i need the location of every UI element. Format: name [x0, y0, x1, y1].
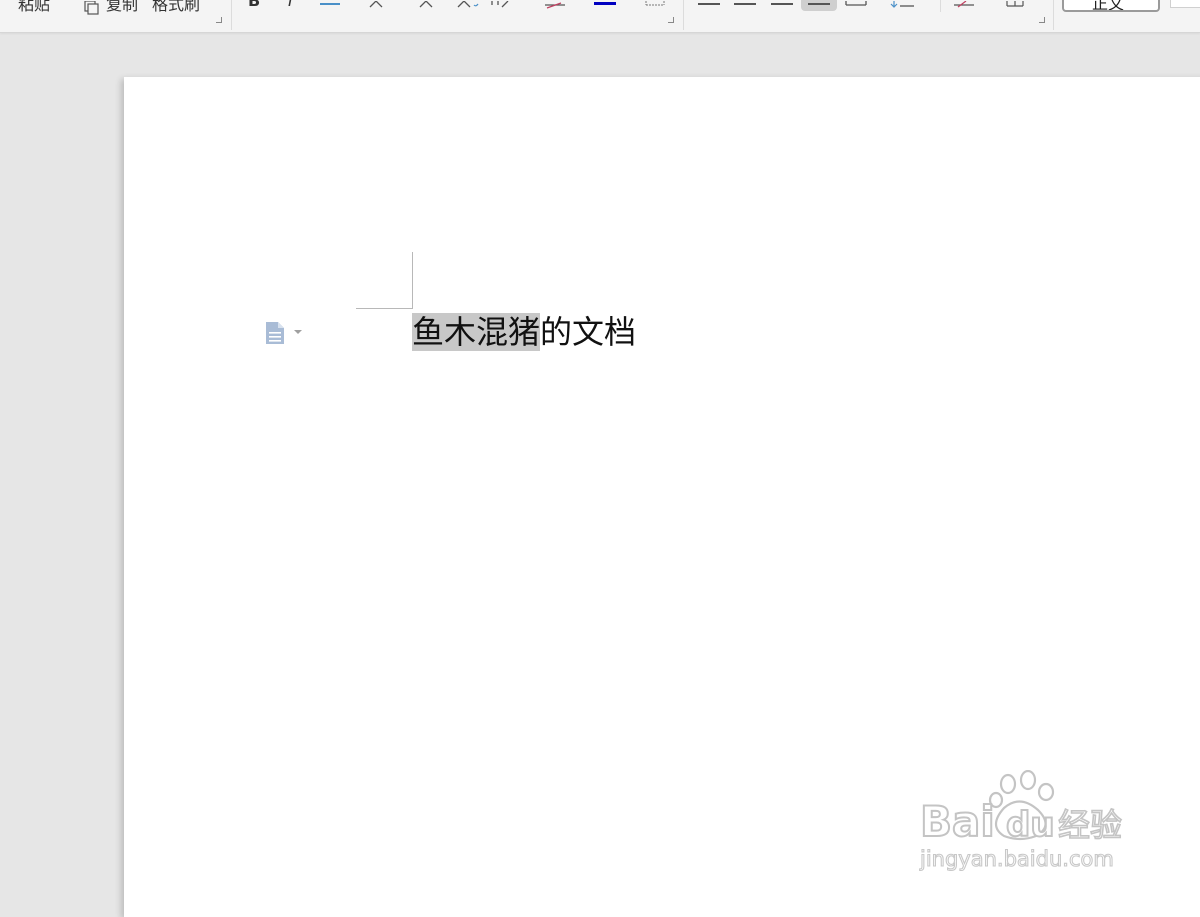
copy-icon [84, 0, 100, 15]
grow-font-icon[interactable] [368, 0, 392, 14]
paragraph-dialog-launcher-icon[interactable] [1039, 17, 1045, 23]
ribbon-separator [940, 0, 941, 12]
document-text[interactable]: 的文档 [540, 313, 636, 351]
watermark-brand: Bai [920, 797, 995, 846]
paste-button[interactable]: 粘贴 [18, 0, 50, 15]
style-heading-button[interactable] [1170, 0, 1200, 8]
clipboard-dialog-launcher-icon[interactable] [216, 17, 222, 23]
font-dialog-launcher-icon[interactable] [668, 17, 674, 23]
distributed-align-icon[interactable] [845, 0, 867, 14]
baidu-jingyan-watermark: Bai du 经验 jingyan.baidu.com [918, 769, 1148, 880]
align-left-icon[interactable] [698, 3, 720, 5]
align-center-icon[interactable] [734, 3, 756, 5]
clear-format-icon[interactable] [543, 0, 569, 14]
justify-button[interactable] [801, 0, 837, 11]
copy-button[interactable]: 复制 [106, 0, 138, 15]
paragraph-layout-icon[interactable] [264, 320, 304, 344]
italic-button[interactable]: I [288, 0, 293, 10]
selected-text[interactable]: 鱼木混猪 [412, 313, 541, 351]
ribbon-separator [1053, 0, 1054, 30]
line-spacing-icon[interactable] [890, 0, 922, 14]
ribbon-separator [231, 0, 232, 30]
watermark-brand-du: du [1006, 805, 1055, 845]
shading-icon[interactable] [952, 0, 980, 14]
borders-icon[interactable] [1004, 0, 1026, 14]
phonetic-guide-icon[interactable] [456, 0, 518, 14]
font-color-icon[interactable] [594, 2, 616, 5]
crop-mark-horizontal [356, 308, 413, 309]
align-right-icon[interactable] [771, 3, 793, 5]
shrink-font-icon[interactable] [418, 0, 442, 14]
watermark-brand-cn: 经验 [1058, 806, 1122, 844]
underline-icon[interactable] [320, 3, 340, 5]
ribbon-separator [683, 0, 684, 30]
style-normal-button[interactable]: 正文 [1062, 0, 1160, 12]
document-text-line[interactable]: 鱼木混猪的文档 [412, 306, 636, 358]
bold-button[interactable]: B [248, 0, 260, 10]
watermark-url: jingyan.baidu.com [919, 847, 1114, 871]
char-border-icon[interactable] [644, 0, 666, 14]
format-painter-button[interactable]: 格式刷 [152, 0, 200, 15]
crop-mark-vertical [412, 252, 413, 309]
ribbon-toolbar: 粘贴 复制 格式刷 B I 正文 [0, 0, 1200, 33]
